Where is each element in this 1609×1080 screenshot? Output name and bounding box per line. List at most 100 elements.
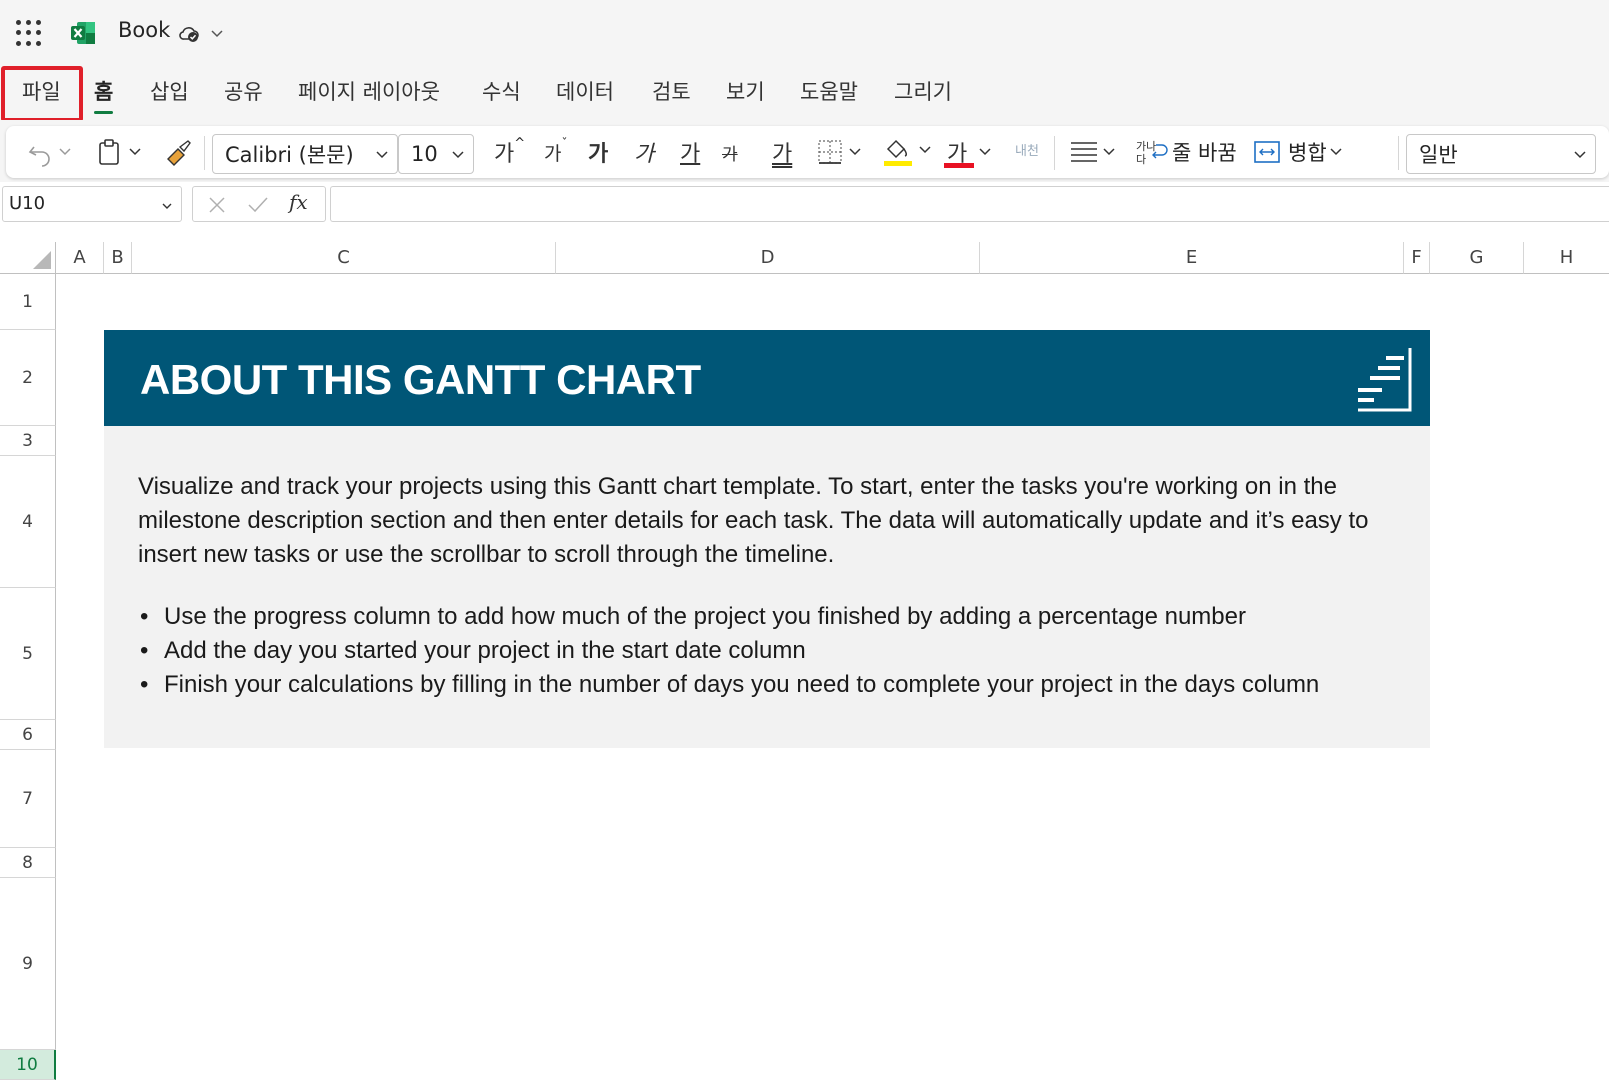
chevron-down-icon[interactable]	[210, 26, 224, 40]
fill-color-button[interactable]	[882, 126, 936, 178]
shrink-font-icon: 가	[544, 142, 562, 165]
undo-icon	[28, 146, 71, 167]
merge-label: 병합	[1288, 141, 1327, 165]
text-direction-icon: 내천	[1015, 144, 1039, 159]
column-header-h[interactable]: H	[1524, 242, 1609, 274]
tab-data[interactable]: 데이터	[556, 76, 614, 108]
gantt-banner: ABOUT THIS GANTT CHART	[104, 330, 1430, 426]
column-header-f[interactable]: F	[1404, 242, 1430, 274]
formula-bar: U10 fx	[0, 186, 1609, 224]
file-tab-highlight	[1, 66, 83, 122]
wrap-text-label: 줄 바꿈	[1172, 141, 1237, 165]
chevron-down-icon	[162, 203, 172, 209]
italic-icon: 가	[634, 142, 655, 167]
undo-button[interactable]	[26, 126, 74, 178]
title-bar: Book	[0, 0, 1609, 64]
chevron-down-icon	[979, 148, 991, 156]
grow-font-icon: 가	[494, 142, 515, 167]
column-header-b[interactable]: B	[104, 242, 132, 274]
info-panel: Visualize and track your projects using …	[104, 426, 1430, 748]
font-size-value: 10	[411, 142, 438, 166]
row-header-4[interactable]: 4	[0, 456, 56, 588]
bold-button[interactable]: 가	[588, 126, 608, 178]
italic-button[interactable]: 가	[634, 126, 654, 178]
cancel-icon[interactable]	[207, 195, 227, 215]
align-left-icon	[1071, 142, 1115, 162]
ribbon-area: Calibri (본문) 10 가 ^ 가ˇ 가 가 가 가 가 가 내천 가나…	[0, 120, 1609, 182]
paste-button[interactable]	[96, 126, 148, 178]
borders-button[interactable]	[816, 126, 868, 178]
strikethrough-icon: 가	[722, 144, 738, 165]
column-header-a[interactable]: A	[56, 242, 104, 274]
strikethrough-button[interactable]: 가	[722, 126, 738, 178]
ribbon-divider	[1054, 136, 1055, 170]
column-header-e[interactable]: E	[980, 242, 1404, 274]
formula-input[interactable]	[330, 186, 1609, 222]
font-color-button[interactable]: 가	[944, 126, 996, 178]
borders-icon	[818, 140, 861, 164]
shrink-font-button[interactable]: 가ˇ	[544, 126, 567, 178]
underline-button[interactable]: 가	[680, 126, 700, 178]
list-item: Add the day you started your project in …	[138, 634, 1408, 668]
formula-actions: fx	[192, 186, 326, 222]
wrap-text-button[interactable]: 가나 다 줄 바꿈	[1134, 126, 1237, 178]
tab-formulas[interactable]: 수식	[482, 76, 521, 108]
info-paragraph: Visualize and track your projects using …	[138, 473, 1369, 568]
font-name-select[interactable]: Calibri (본문)	[212, 134, 398, 174]
paint-bucket-icon	[884, 139, 931, 166]
app-launcher-icon[interactable]	[16, 20, 42, 46]
row-header-7[interactable]: 7	[0, 750, 56, 848]
tab-view[interactable]: 보기	[726, 76, 765, 108]
align-button[interactable]	[1068, 126, 1122, 178]
tab-help[interactable]: 도움말	[800, 76, 858, 108]
tab-draw[interactable]: 그리기	[894, 76, 952, 108]
svg-text:가나: 가나	[1136, 140, 1156, 153]
tab-insert[interactable]: 삽입	[150, 76, 189, 108]
number-format-value: 일반	[1419, 143, 1458, 167]
row-header-5[interactable]: 5	[0, 588, 56, 720]
row-header-3[interactable]: 3	[0, 426, 56, 456]
format-painter-button[interactable]	[164, 126, 192, 178]
tab-review[interactable]: 검토	[652, 76, 691, 108]
svg-text:다: 다	[1136, 153, 1146, 166]
row-header-6[interactable]: 6	[0, 720, 56, 750]
paintbrush-icon	[167, 140, 191, 166]
home-ribbon: Calibri (본문) 10 가 ^ 가ˇ 가 가 가 가 가 가 내천 가나…	[6, 126, 1609, 178]
workbook-name[interactable]: Book	[118, 18, 170, 42]
double-underline-icon: 가	[772, 142, 793, 167]
name-box[interactable]: U10	[2, 186, 182, 222]
column-header-g[interactable]: G	[1430, 242, 1524, 274]
grow-font-button[interactable]: 가 ^	[494, 126, 525, 178]
wrap-text-icon: 가나 다	[1136, 140, 1168, 166]
number-format-select[interactable]: 일반	[1406, 134, 1596, 174]
text-direction-button[interactable]: 내천	[1012, 126, 1042, 178]
list-item: Finish your calculations by filling in t…	[138, 668, 1408, 702]
tab-page-layout[interactable]: 페이지 레이아웃	[298, 76, 440, 108]
row-header-9[interactable]: 9	[0, 878, 56, 1050]
info-bullet-list: Use the progress column to add how much …	[138, 600, 1408, 702]
row-header-8[interactable]: 8	[0, 848, 56, 878]
insert-function-button[interactable]: fx	[289, 190, 308, 214]
chevron-down-icon	[1574, 151, 1586, 159]
chevron-down-icon	[376, 151, 388, 159]
column-header-d[interactable]: D	[556, 242, 980, 274]
tab-share[interactable]: 공유	[224, 76, 263, 108]
double-underline-button[interactable]: 가	[772, 126, 792, 178]
clipboard-icon	[99, 139, 141, 165]
row-header-2[interactable]: 2	[0, 330, 56, 426]
column-header-c[interactable]: C	[132, 242, 556, 274]
banner-title: ABOUT THIS GANTT CHART	[140, 356, 701, 403]
ribbon-divider	[204, 136, 205, 170]
merge-cells-icon	[1254, 141, 1280, 163]
font-size-select[interactable]: 10	[398, 134, 474, 174]
chevron-down-icon	[452, 151, 464, 159]
row-header-1[interactable]: 1	[0, 274, 56, 330]
enter-check-icon[interactable]	[247, 195, 269, 215]
row-header-10[interactable]: 10	[0, 1050, 56, 1080]
stairs-icon	[1358, 348, 1412, 412]
merge-button[interactable]: 병합	[1252, 126, 1347, 178]
tab-home[interactable]: 홈	[94, 76, 114, 114]
select-all-corner[interactable]	[0, 242, 56, 274]
select-all-icon	[33, 251, 51, 269]
cloud-saved-icon[interactable]	[178, 22, 200, 44]
